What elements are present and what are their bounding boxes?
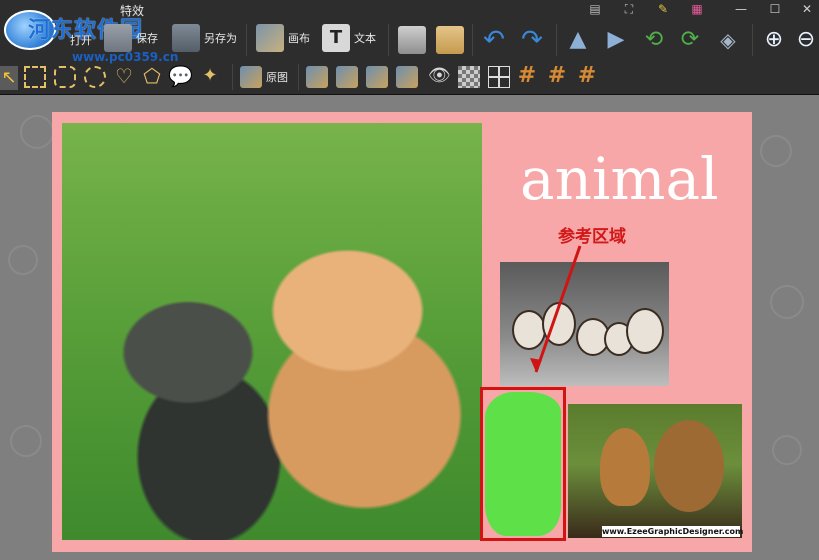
rotate-left-icon[interactable]: ⟲ (640, 26, 668, 54)
save-as-label: 另存为 (204, 32, 237, 45)
toolbar-separator (232, 64, 233, 90)
cats-photo[interactable] (62, 123, 482, 540)
original-image-button[interactable]: 原图 (240, 66, 288, 88)
squirrel-body (600, 428, 650, 506)
annotation-arrow (530, 245, 582, 373)
photo-credit: www.EzeeGraphicDesigner.com (602, 526, 744, 537)
effect-icon-2[interactable] (336, 66, 358, 88)
canvas-icon (256, 24, 284, 52)
background-flower (8, 245, 38, 275)
minimize-button[interactable]: — (728, 0, 754, 20)
toolbar-separator (472, 24, 473, 56)
background-flower (10, 425, 42, 457)
transparency-icon[interactable] (458, 66, 480, 88)
watermark-url: www.pc0359.cn (72, 50, 179, 64)
original-image-icon (240, 66, 262, 88)
polygon-select-icon[interactable]: ⬠ (140, 64, 164, 88)
text-tool-icon: T (322, 24, 350, 52)
flip-vertical-icon[interactable]: ▲ (564, 26, 592, 54)
red-eye-icon[interactable]: 👁 (428, 64, 451, 88)
open-button[interactable]: 打开 (70, 32, 92, 48)
undo-icon[interactable]: ↶ (480, 26, 508, 54)
background-flower (772, 435, 802, 465)
open-label: 打开 (70, 34, 92, 47)
speech-bubble-select-icon[interactable]: 💬 (168, 64, 193, 88)
toolbar-separator (298, 64, 299, 90)
hash-icon-3[interactable]: # (576, 63, 598, 89)
save-as-icon (172, 24, 200, 52)
effect-icon-1[interactable] (306, 66, 328, 88)
hash-icon-1[interactable]: # (516, 63, 538, 89)
email-icon[interactable] (436, 26, 464, 54)
heart-select-icon[interactable]: ♡ (112, 64, 136, 88)
palette-icon[interactable]: ▦ (684, 0, 710, 20)
squirrel-tail (654, 420, 724, 512)
puppy (626, 308, 664, 354)
fullscreen-icon[interactable]: ⛶ (616, 0, 642, 20)
save-as-button[interactable]: 另存为 (172, 24, 237, 52)
rect-select-icon[interactable] (24, 66, 46, 88)
hash-icon-2[interactable]: # (546, 63, 568, 89)
squirrel-photo[interactable] (568, 404, 742, 538)
effect-icon-3[interactable] (366, 66, 388, 88)
text-label: 文本 (354, 32, 376, 45)
reference-area-box (480, 387, 566, 541)
select-arrow-icon[interactable]: ↖ (0, 66, 18, 90)
document-icon[interactable]: ▤ (582, 0, 608, 20)
heading-animal[interactable]: animal (520, 150, 719, 208)
save-button[interactable]: 保存 (104, 24, 158, 52)
background-flower (770, 285, 804, 319)
redo-icon[interactable]: ↷ (518, 26, 546, 54)
text-button[interactable]: T 文本 (322, 24, 376, 52)
save-label: 保存 (136, 32, 158, 45)
flip-horizontal-icon[interactable]: ▶ (602, 26, 630, 54)
ellipse-select-icon[interactable] (84, 66, 106, 88)
rounded-rect-select-icon[interactable] (54, 66, 76, 88)
maximize-button[interactable]: ☐ (762, 0, 788, 20)
zoom-out-icon[interactable]: ⊖ (794, 26, 818, 54)
canvas-label: 画布 (288, 32, 310, 45)
magic-wand-icon[interactable]: ✦ (198, 64, 222, 88)
toolbar-separator (752, 24, 753, 56)
save-icon (104, 24, 132, 52)
rotate-right-icon[interactable]: ⟳ (676, 26, 704, 54)
toolbar-separator (388, 24, 389, 56)
original-label: 原图 (266, 71, 288, 84)
close-button[interactable]: ✕ (794, 0, 819, 20)
canvas-button[interactable]: 画布 (256, 24, 310, 52)
rotate-custom-icon[interactable]: ◈ (714, 26, 742, 54)
app-window: 特效 ▤ ⛶ ✎ ▦ — ☐ ✕ 河东软件园 www.pc0359.cn 打开 … (0, 0, 819, 560)
background-flower (20, 115, 54, 149)
effect-icon-4[interactable] (396, 66, 418, 88)
grid-icon[interactable] (488, 66, 510, 88)
toolbar-separator (246, 24, 247, 56)
background-flower (760, 135, 792, 167)
zoom-in-icon[interactable]: ⊕ (760, 26, 788, 54)
print-icon[interactable] (398, 26, 426, 54)
toolbar-separator (556, 24, 557, 56)
pencil-icon[interactable]: ✎ (650, 0, 676, 20)
